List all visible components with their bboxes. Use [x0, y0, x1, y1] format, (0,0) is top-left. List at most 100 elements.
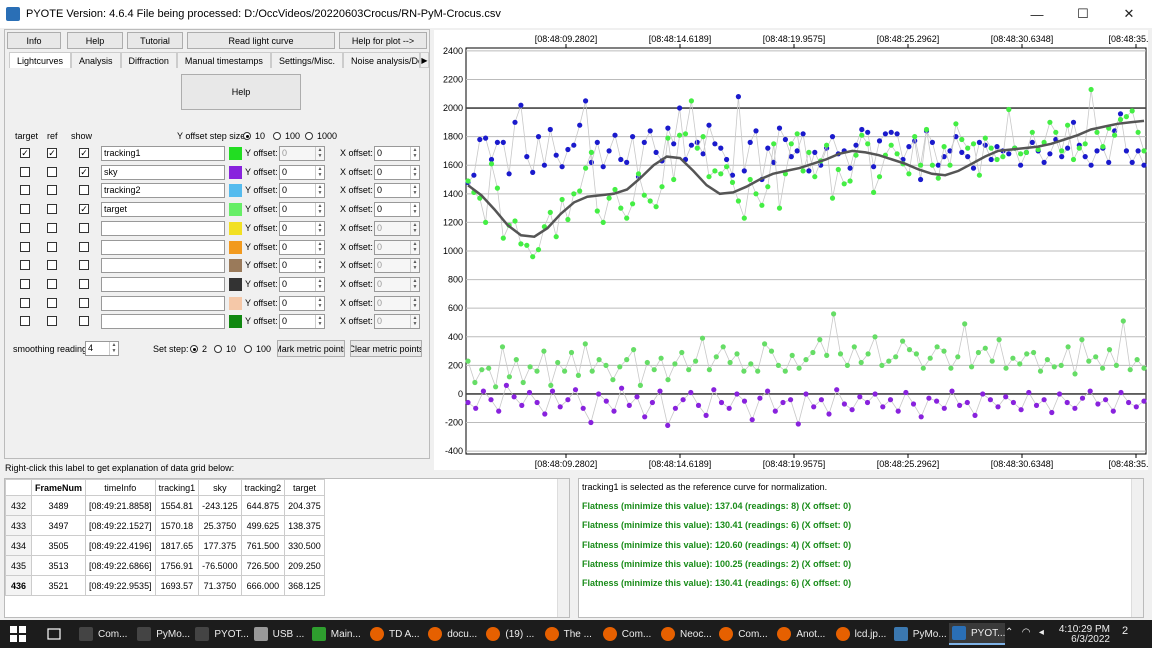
- target-checkbox[interactable]: [20, 241, 30, 252]
- mark-metric-points-button[interactable]: Mark metric points: [277, 340, 345, 357]
- curve-color-swatch[interactable]: [229, 315, 242, 329]
- tab-scroll-right-icon[interactable]: ▶: [419, 52, 429, 68]
- set-step-10-radio[interactable]: [214, 345, 222, 353]
- table-cell[interactable]: -243.125: [198, 495, 242, 516]
- table-cell[interactable]: 330.500: [284, 535, 325, 556]
- table-cell[interactable]: 71.3750: [198, 575, 242, 596]
- target-checkbox[interactable]: [20, 260, 30, 271]
- curve-name-field[interactable]: tracking2: [101, 183, 225, 199]
- row-number[interactable]: 433: [5, 515, 32, 536]
- taskbar-item[interactable]: PyMo...: [891, 623, 947, 645]
- spin-arrows-icon[interactable]: ▲ ▼: [410, 203, 419, 217]
- curve-color-swatch[interactable]: [229, 277, 242, 291]
- show-checkbox[interactable]: [79, 297, 89, 308]
- tab-noise-analysis[interactable]: Noise analysis/Detectabili: [342, 52, 420, 68]
- spin-arrows-icon[interactable]: ▲ ▼: [315, 315, 324, 329]
- taskbar-item[interactable]: Com...: [716, 623, 772, 645]
- taskbar-item[interactable]: Com...: [76, 623, 132, 645]
- row-number[interactable]: 435: [5, 555, 32, 576]
- y-offset-input[interactable]: 0 ▲ ▼: [279, 295, 325, 311]
- table-scrollbar[interactable]: [557, 479, 569, 617]
- volume-icon[interactable]: ◂: [1039, 627, 1044, 638]
- spin-arrows-icon[interactable]: ▲ ▼: [315, 165, 324, 179]
- set-step-2-radio[interactable]: [190, 345, 198, 353]
- table-cell[interactable]: 499.625: [240, 515, 286, 536]
- table-cell[interactable]: [08:49:22.1527]: [85, 515, 156, 536]
- curve-name-field[interactable]: [101, 276, 225, 292]
- curve-color-swatch[interactable]: [229, 221, 242, 235]
- show-checkbox[interactable]: [79, 222, 89, 233]
- column-header[interactable]: sky: [198, 479, 242, 496]
- notification-icon[interactable]: 2: [1122, 626, 1128, 637]
- show-checkbox[interactable]: ✓: [79, 148, 89, 158]
- curve-name-field[interactable]: [101, 220, 225, 236]
- table-cell[interactable]: 3489: [30, 495, 87, 516]
- log-scrollbar[interactable]: [1131, 479, 1143, 617]
- curve-color-swatch[interactable]: [229, 147, 242, 160]
- x-offset-input[interactable]: 0 ▲ ▼: [374, 258, 420, 274]
- taskbar-item[interactable]: PYOT...: [192, 623, 249, 645]
- curve-name-field[interactable]: sky: [101, 164, 225, 180]
- spin-arrows-icon[interactable]: ▲ ▼: [315, 259, 324, 273]
- y-offset-input[interactable]: 0 ▲ ▼: [279, 276, 325, 292]
- tab-lightcurves[interactable]: Lightcurves: [9, 52, 72, 68]
- tab-settings[interactable]: Settings/Misc.: [270, 52, 343, 68]
- data-grid-label[interactable]: Right-click this label to get explanatio…: [5, 463, 234, 473]
- spin-arrows-icon[interactable]: ▲ ▼: [410, 277, 419, 291]
- set-step-100-radio[interactable]: [244, 345, 252, 353]
- help-button[interactable]: Help: [67, 32, 123, 49]
- target-checkbox[interactable]: [20, 222, 30, 233]
- y-offset-input[interactable]: 0 ▲ ▼: [279, 146, 325, 161]
- column-header[interactable]: [5, 479, 32, 496]
- table-cell[interactable]: 1817.65: [154, 535, 200, 556]
- taskbar-item[interactable]: docu...: [425, 623, 481, 645]
- table-cell[interactable]: 3521: [30, 575, 87, 596]
- ref-checkbox[interactable]: [47, 222, 57, 233]
- show-checkbox[interactable]: ✓: [79, 204, 89, 215]
- curve-color-swatch[interactable]: [229, 259, 242, 273]
- curve-name-field[interactable]: [101, 295, 225, 311]
- maximize-button[interactable]: ☐: [1060, 0, 1106, 28]
- show-checkbox[interactable]: [79, 185, 89, 196]
- table-cell[interactable]: 138.375: [284, 515, 325, 536]
- table-cell[interactable]: 1756.91: [154, 555, 200, 576]
- spin-arrows-icon[interactable]: ▲ ▼: [410, 240, 419, 254]
- tab-manual-timestamps[interactable]: Manual timestamps: [176, 52, 271, 68]
- y-offset-input[interactable]: 0 ▲ ▼: [279, 258, 325, 274]
- task-view-icon[interactable]: [46, 623, 62, 645]
- table-cell[interactable]: 368.125: [284, 575, 325, 596]
- table-cell[interactable]: 1554.81: [154, 495, 200, 516]
- curve-color-swatch[interactable]: [229, 165, 242, 179]
- table-cell[interactable]: 726.500: [240, 555, 286, 576]
- curve-color-swatch[interactable]: [229, 203, 242, 217]
- wifi-icon[interactable]: ◠: [1022, 627, 1031, 638]
- table-cell[interactable]: [08:49:21.8858]: [85, 495, 156, 516]
- table-cell[interactable]: 177.375: [198, 535, 242, 556]
- clock[interactable]: 4:10:29 PM 6/3/2022: [1058, 625, 1110, 645]
- row-number[interactable]: 436: [5, 575, 32, 596]
- ref-checkbox[interactable]: [47, 241, 57, 252]
- curve-color-swatch[interactable]: [229, 240, 242, 254]
- spin-arrows-icon[interactable]: ▲ ▼: [315, 184, 324, 198]
- show-checkbox[interactable]: [79, 260, 89, 271]
- x-offset-input[interactable]: 0 ▲ ▼: [374, 295, 420, 311]
- ref-checkbox[interactable]: [47, 297, 57, 308]
- spin-arrows-icon[interactable]: ▲ ▼: [315, 277, 324, 291]
- spin-arrows-icon[interactable]: ▲ ▼: [410, 147, 419, 160]
- spin-arrows-icon[interactable]: ▲ ▼: [315, 147, 324, 160]
- clear-metric-points-button[interactable]: Clear metric points: [350, 340, 422, 357]
- x-offset-input[interactable]: 0 ▲ ▼: [374, 276, 420, 292]
- table-cell[interactable]: 761.500: [240, 535, 286, 556]
- taskbar-item[interactable]: PYOT...: [949, 623, 1005, 645]
- table-cell[interactable]: 209.250: [284, 555, 325, 576]
- curve-color-swatch[interactable]: [229, 296, 242, 310]
- table-cell[interactable]: 666.000: [240, 575, 286, 596]
- lightcurves-help-button[interactable]: Help: [181, 74, 301, 110]
- step-100-radio[interactable]: [273, 132, 281, 140]
- y-offset-input[interactable]: 0 ▲ ▼: [279, 239, 325, 255]
- x-offset-input[interactable]: 0 ▲ ▼: [374, 239, 420, 255]
- x-offset-input[interactable]: 0 ▲ ▼: [374, 183, 420, 199]
- spin-arrows-icon[interactable]: ▲ ▼: [410, 184, 419, 198]
- taskbar-item[interactable]: (19) ...: [483, 623, 539, 645]
- taskbar-item[interactable]: Com...: [600, 623, 656, 645]
